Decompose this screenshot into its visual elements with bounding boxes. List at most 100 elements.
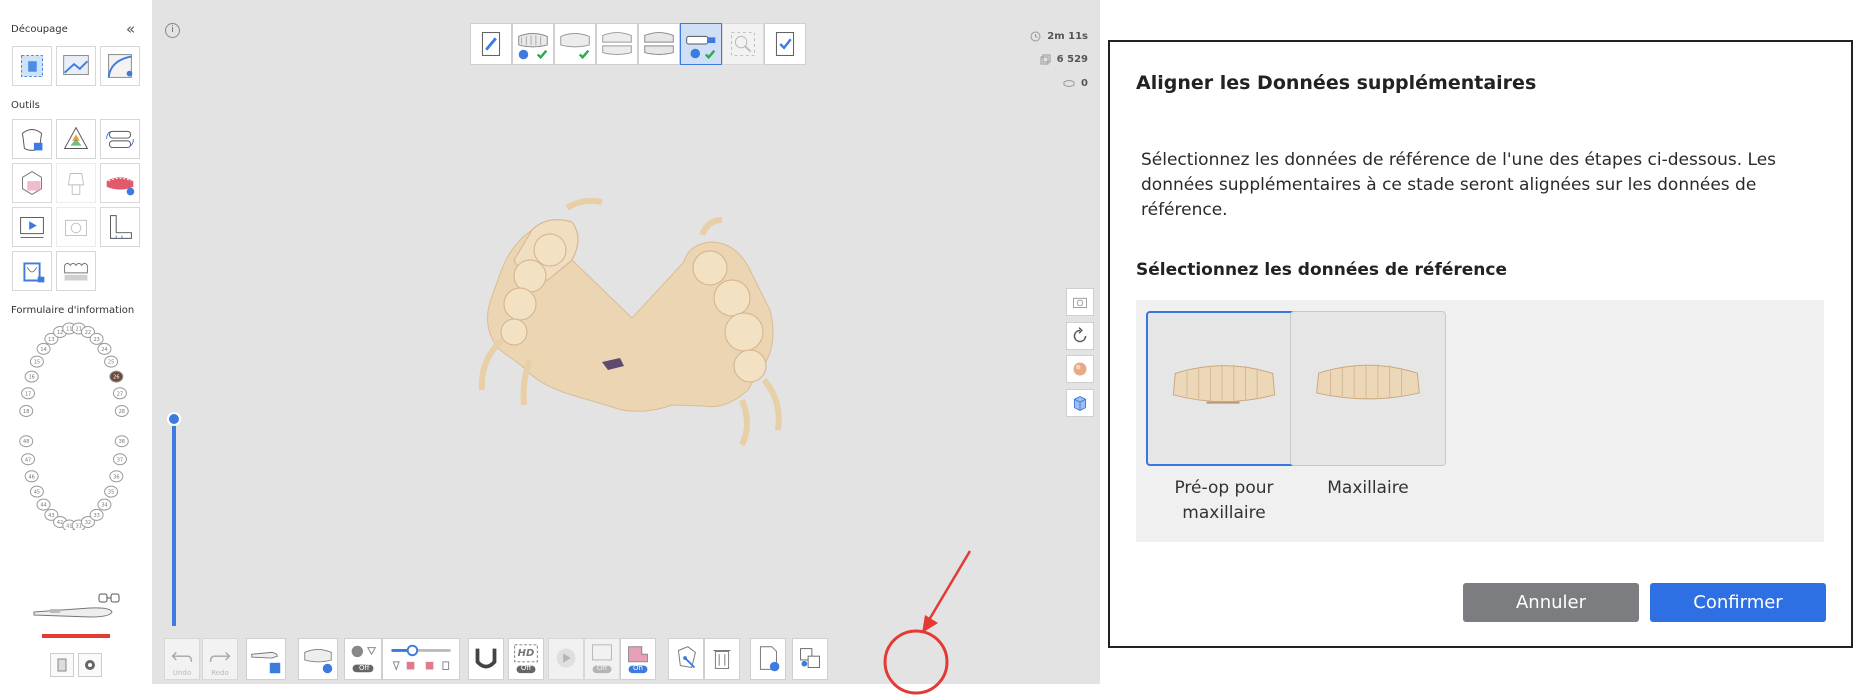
tooth-number: 35 bbox=[108, 490, 114, 496]
occlusion-stage-icon bbox=[644, 32, 674, 55]
stage-occlusion-2[interactable] bbox=[638, 23, 680, 65]
stage-additional-data[interactable] bbox=[680, 23, 722, 65]
overlay-compare-icon[interactable] bbox=[12, 163, 52, 203]
tooth-45[interactable]: 45 bbox=[29, 485, 44, 498]
tooth-number: 24 bbox=[101, 347, 107, 353]
redo-button[interactable]: Redo bbox=[202, 638, 238, 680]
tooth-34[interactable]: 34 bbox=[97, 498, 112, 511]
crop-select-icon[interactable] bbox=[12, 46, 52, 86]
tooth-chart[interactable]: 18 17 16 15 14131211 21222324 25 26 27 28 48 47 46 45… bbox=[8, 322, 140, 530]
jaw-count-icon bbox=[1063, 79, 1075, 87]
tooth-36[interactable]: 36 bbox=[109, 470, 124, 483]
tooth-48[interactable]: 48 bbox=[19, 435, 34, 448]
stage-checklist[interactable] bbox=[764, 23, 806, 65]
tooth-47[interactable]: 47 bbox=[21, 453, 36, 466]
tooth-35[interactable]: 35 bbox=[104, 485, 119, 498]
brush-toggle[interactable]: Off bbox=[344, 638, 382, 680]
undo-label: Undo bbox=[172, 669, 192, 677]
tooth-16[interactable]: 16 bbox=[24, 370, 39, 383]
redo-label: Redo bbox=[211, 669, 229, 677]
tooth-14[interactable]: 14 bbox=[36, 342, 51, 355]
color-toggle[interactable]: On bbox=[620, 638, 656, 680]
settings-gear-icon[interactable] bbox=[78, 653, 102, 677]
tooth-26[interactable]: 26 bbox=[109, 370, 124, 383]
undo-button[interactable]: Undo bbox=[164, 638, 200, 680]
info-icon[interactable]: i bbox=[165, 23, 180, 38]
section-view-icon[interactable] bbox=[12, 251, 52, 291]
dental-model-3d[interactable] bbox=[452, 190, 802, 465]
ai-filter-button[interactable] bbox=[668, 638, 704, 680]
stage-edit-notes[interactable] bbox=[470, 23, 512, 65]
tooth-46[interactable]: 46 bbox=[24, 470, 39, 483]
tooth-number: 14 bbox=[40, 347, 46, 353]
tooth-15[interactable]: 15 bbox=[29, 355, 44, 368]
scanner-status-bar bbox=[42, 634, 110, 638]
stage-pre-op-maxilla[interactable] bbox=[512, 23, 554, 65]
tooth-24[interactable]: 24 bbox=[97, 342, 112, 355]
confirm-button[interactable]: Confirmer bbox=[1650, 583, 1826, 622]
ref-option-maxilla-label: Maxillaire bbox=[1327, 478, 1409, 498]
jaw-select-button[interactable] bbox=[298, 638, 338, 680]
ref-option-maxilla[interactable] bbox=[1290, 311, 1446, 466]
tooth-44[interactable]: 44 bbox=[36, 498, 51, 511]
gallery-toggle[interactable]: Off bbox=[584, 638, 620, 680]
tooth-number: 15 bbox=[34, 360, 40, 366]
hd-label: HD bbox=[517, 648, 535, 659]
arch-sync-icon[interactable] bbox=[100, 119, 140, 159]
section-title-formulaire: Formulaire d'information bbox=[11, 305, 135, 316]
tooth-number: 46 bbox=[28, 474, 34, 480]
teeth-row-icon[interactable] bbox=[56, 251, 96, 291]
arch-tray-button[interactable] bbox=[468, 638, 504, 680]
hd-toggle[interactable]: HD Off bbox=[508, 638, 544, 680]
vertical-slider-track[interactable] bbox=[172, 424, 176, 626]
brush-toggle-label: Off bbox=[359, 664, 370, 672]
cube-view-button[interactable] bbox=[1066, 389, 1094, 417]
lock-tooth-icon[interactable] bbox=[12, 119, 52, 159]
tooth-number: 22 bbox=[85, 330, 91, 336]
stage-mandible[interactable] bbox=[554, 23, 596, 65]
color-map-icon[interactable] bbox=[56, 119, 96, 159]
ref-option-preop-maxilla[interactable] bbox=[1146, 311, 1302, 466]
measure-ruler-icon[interactable] bbox=[100, 207, 140, 247]
tooth-number: 31 bbox=[76, 524, 82, 530]
tooth-number: 42 bbox=[57, 520, 63, 526]
tooth-23[interactable]: 23 bbox=[89, 332, 104, 345]
tooth-number: 32 bbox=[85, 520, 91, 526]
scanner-tip-icon[interactable] bbox=[50, 653, 74, 677]
tooth-27[interactable]: 27 bbox=[112, 387, 127, 400]
trash-icon bbox=[713, 650, 731, 669]
jaw-add-icon[interactable] bbox=[100, 163, 140, 203]
tooth-28[interactable]: 28 bbox=[114, 404, 129, 417]
align-data-button[interactable] bbox=[792, 638, 828, 680]
play-button[interactable] bbox=[548, 638, 584, 680]
scanner-list-button[interactable] bbox=[246, 638, 286, 680]
occlusion-stage-icon bbox=[602, 32, 632, 55]
scan-time-value: 2m 11s bbox=[1047, 31, 1088, 42]
tooth-17[interactable]: 17 bbox=[21, 387, 36, 400]
crop-image-icon[interactable] bbox=[56, 46, 96, 86]
tooth-33[interactable]: 33 bbox=[89, 508, 104, 521]
tooth-37[interactable]: 37 bbox=[112, 453, 127, 466]
report-button[interactable] bbox=[750, 638, 786, 680]
camera-view-button[interactable] bbox=[1066, 288, 1094, 316]
tooth-38[interactable]: 38 bbox=[114, 435, 129, 448]
play-video-icon[interactable] bbox=[12, 207, 52, 247]
tooth-18[interactable]: 18 bbox=[19, 404, 34, 417]
tooth-number: 44 bbox=[40, 503, 46, 509]
search-scan-icon bbox=[731, 32, 755, 56]
filter-slider-group[interactable] bbox=[382, 638, 460, 680]
crop-curve-icon[interactable] bbox=[100, 46, 140, 86]
delete-button[interactable] bbox=[704, 638, 740, 680]
tooth-25[interactable]: 25 bbox=[104, 355, 119, 368]
stage-occlusion-1[interactable] bbox=[596, 23, 638, 65]
texture-button[interactable] bbox=[1066, 355, 1094, 383]
cancel-button[interactable]: Annuler bbox=[1463, 583, 1639, 622]
rotate-icon bbox=[1073, 327, 1087, 343]
scanner-handpiece-icon bbox=[30, 598, 116, 632]
gallery-toggle-label: Off bbox=[596, 664, 608, 672]
tooth-number: 12 bbox=[57, 330, 63, 336]
stage-search-scan[interactable] bbox=[722, 23, 764, 65]
vertical-slider-handle[interactable] bbox=[167, 412, 181, 426]
rotate-button[interactable] bbox=[1066, 322, 1094, 350]
collapse-panel-icon[interactable]: « bbox=[126, 20, 135, 38]
